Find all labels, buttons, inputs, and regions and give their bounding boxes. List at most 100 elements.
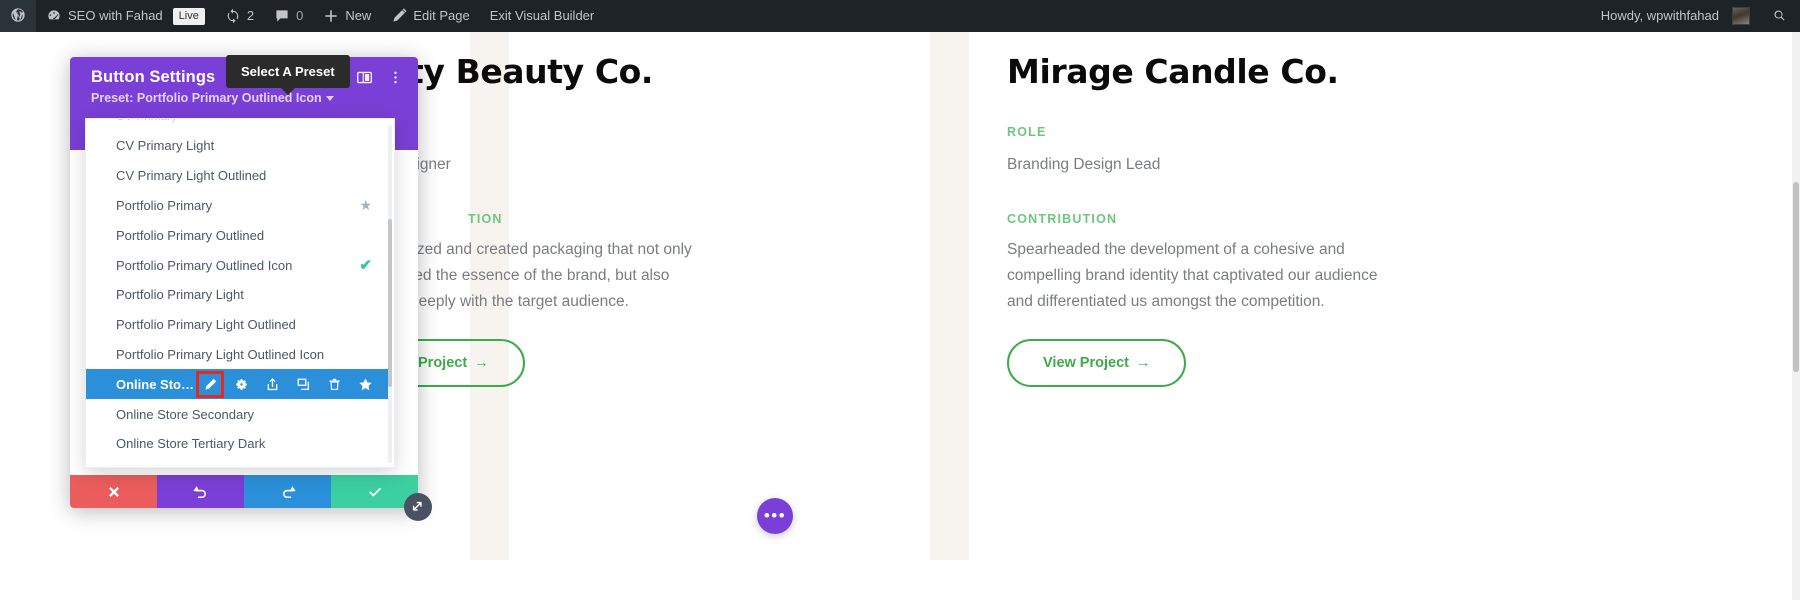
list-item-active[interactable]: Online Store Pri... <box>86 369 388 400</box>
list-item[interactable]: Portfolio Primary ★ <box>86 191 388 221</box>
list-item[interactable]: Portfolio Primary Outlined <box>86 220 388 250</box>
list-item[interactable]: CV Primary <box>86 119 388 131</box>
export-icon <box>267 378 277 390</box>
card-right-sideband <box>930 32 969 560</box>
list-item[interactable]: Online Store Tertiary Dark <box>86 429 388 459</box>
list-item[interactable]: Online Store Secondary <box>86 399 388 429</box>
preset-item-label: Portfolio Primary Light Outlined Icon <box>116 346 325 362</box>
settings-gear-icon-wrapper[interactable] <box>230 374 252 395</box>
modal-footer <box>70 475 418 508</box>
redo-button[interactable] <box>244 475 331 508</box>
duplicate-icon <box>297 378 309 390</box>
wp-admin-bar: SEO with Fahad Live 2 0 New Edit Page Ex… <box>0 0 1800 32</box>
list-item[interactable]: Portfolio Primary Light Outlined Icon <box>86 340 388 370</box>
exit-visual-builder-link[interactable]: Exit Visual Builder <box>480 0 605 32</box>
new-label: New <box>345 8 372 23</box>
site-name-label: SEO with Fahad <box>68 8 163 23</box>
arrow-right-icon: → <box>474 355 489 371</box>
export-icon-wrapper[interactable] <box>261 374 283 395</box>
dashboard-icon <box>48 10 60 20</box>
admin-search-button[interactable] <box>1760 0 1800 32</box>
site-name-menu[interactable]: SEO with Fahad <box>36 0 173 32</box>
duplicate-icon-wrapper[interactable] <box>292 374 314 395</box>
new-content-menu[interactable]: New <box>313 0 381 32</box>
preset-item-label: Portfolio Primary Outlined <box>116 227 265 243</box>
preset-item-label: Online Store Secondary <box>116 406 255 422</box>
list-item[interactable]: Portfolio Primary Light Outlined <box>86 310 388 340</box>
preset-item-label: Portfolio Primary Light Outlined <box>116 317 296 333</box>
my-account-menu[interactable]: Howdy, wpwithfahad <box>1591 0 1760 32</box>
edit-page-label: Edit Page <box>413 8 470 23</box>
preset-item-label: Online Store Text Dark <box>116 466 247 467</box>
more-options-icon[interactable] <box>387 69 404 86</box>
admin-bar-right-group: Howdy, wpwithfahad <box>1591 0 1800 32</box>
dropdown-scrollbar-thumb[interactable] <box>388 219 392 387</box>
view-project-label-left: Project <box>418 355 468 371</box>
delete-trash-icon <box>328 378 340 390</box>
contribution-body-left: lized and created packaging that not onl… <box>410 237 830 315</box>
cancel-button[interactable] <box>70 475 157 508</box>
howdy-label: Howdy, wpwithfahad <box>1600 8 1719 23</box>
divi-builder-fab-button[interactable]: ••• <box>757 498 793 534</box>
rename-pencil-icon <box>204 378 216 390</box>
view-project-button-right[interactable]: View Project → <box>1007 339 1187 387</box>
search-icon <box>1774 10 1785 21</box>
preset-item-label: CV Primary Light <box>116 138 215 154</box>
modal-resize-handle[interactable] <box>404 493 432 521</box>
app-screen: SEO with Fahad Live 2 0 New Edit Page Ex… <box>0 0 1800 600</box>
set-default-star-icon-wrapper[interactable] <box>354 374 376 395</box>
layout-columns-icon[interactable] <box>356 69 373 86</box>
body-line: and differentiated us amongst the compet… <box>1007 293 1325 310</box>
preset-item-label: Online Store Pri... <box>116 376 199 392</box>
close-icon <box>108 486 119 497</box>
edit-page-link[interactable]: Edit Page <box>381 0 479 32</box>
arrow-right-icon: → <box>1135 355 1151 371</box>
body-line: Spearheaded the development of a cohesiv… <box>1007 241 1345 258</box>
delete-trash-icon-wrapper[interactable] <box>323 374 345 395</box>
contribution-label-right: CONTRIBUTION <box>1007 212 1118 226</box>
comments-menu[interactable]: 0 <box>264 0 313 32</box>
tooltip-text: Select A Preset <box>241 64 335 79</box>
page-scrollbar-track[interactable] <box>1792 32 1800 600</box>
preset-dropdown: CV Primary CV Primary Light CV Primary L… <box>85 118 395 468</box>
role-label-right: ROLE <box>1007 125 1047 139</box>
redo-icon <box>282 485 296 498</box>
check-icon <box>368 487 381 496</box>
contribution-label-left: TION <box>468 212 503 226</box>
preset-item-label: Portfolio Primary <box>116 197 213 213</box>
list-item-selected[interactable]: Portfolio Primary Outlined Icon ✔ <box>86 250 388 280</box>
rename-pencil-icon-wrapper[interactable] <box>196 370 224 398</box>
comment-bubble-icon <box>276 10 288 22</box>
list-item[interactable]: CV Primary Light <box>86 131 388 161</box>
updates-count: 2 <box>246 8 255 23</box>
default-star-icon: ★ <box>359 196 372 213</box>
list-item-partial[interactable]: Online Store Text Dark <box>86 459 388 467</box>
check-icon: ✔ <box>359 257 372 275</box>
preset-selector[interactable]: Preset: Portfolio Primary Outlined Icon <box>91 91 404 105</box>
avatar <box>1732 7 1750 25</box>
undo-icon <box>192 485 206 498</box>
chevron-down-icon <box>325 95 334 101</box>
more-horizontal-icon: ••• <box>763 506 787 525</box>
preset-tooltip: Select A Preset <box>226 55 350 95</box>
resize-arrows-icon <box>412 501 422 511</box>
project-card-left: ty Beauty Co. esigner TION lized and cre… <box>382 32 870 560</box>
body-line: lized and created packaging that not onl… <box>410 241 692 258</box>
modal-title: Button Settings <box>91 68 216 86</box>
comments-count: 0 <box>296 8 304 23</box>
admin-bar-left-group: SEO with Fahad Live 2 0 New Edit Page Ex… <box>0 0 604 32</box>
pencil-icon <box>393 8 407 22</box>
list-item[interactable]: Portfolio Primary Light <box>86 280 388 310</box>
exit-visual-builder-label: Exit Visual Builder <box>489 8 595 23</box>
list-item[interactable]: CV Primary Light Outlined <box>86 161 388 191</box>
preset-item-label: Online Store Tertiary Dark <box>116 436 266 452</box>
wordpress-logo-menu[interactable] <box>0 0 36 32</box>
updates-refresh-icon <box>227 8 239 24</box>
undo-button[interactable] <box>157 475 244 508</box>
project-title-right: Mirage Candle Co. <box>1007 52 1339 91</box>
page-scrollbar-thumb[interactable] <box>1793 182 1799 372</box>
updates-menu[interactable]: 2 <box>215 0 264 32</box>
preset-item-label: CV Primary Light Outlined <box>116 168 267 184</box>
body-line: deeply with the target audience. <box>410 293 629 310</box>
preset-item-label: CV Primary <box>116 119 177 123</box>
